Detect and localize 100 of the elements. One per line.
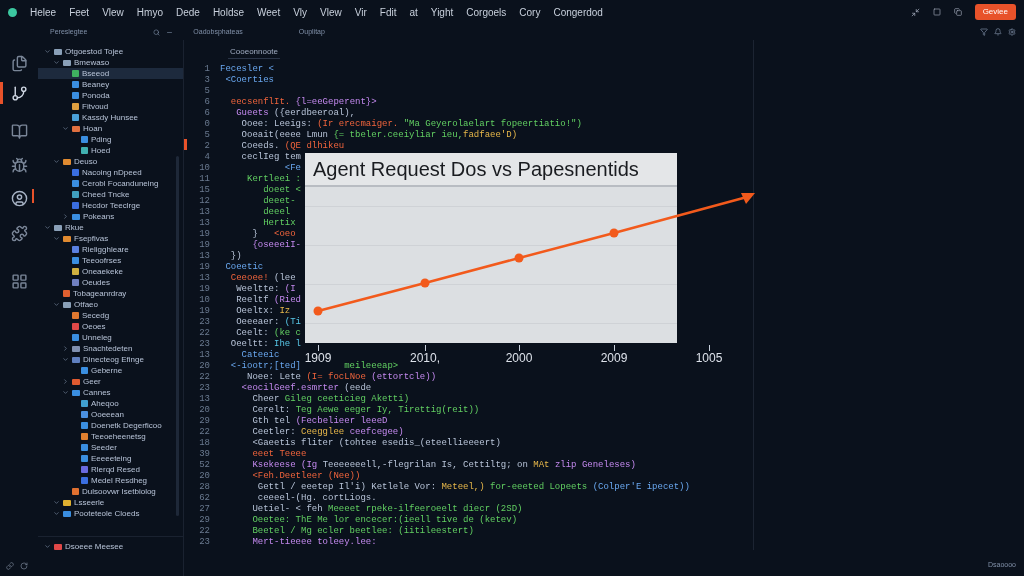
tree-item[interactable]: Kassdy Hunsee bbox=[38, 112, 183, 123]
tree-item[interactable]: Otfaeo bbox=[38, 299, 183, 310]
code-line: doeet < bbox=[262, 185, 301, 196]
tree-item[interactable]: Seeder bbox=[38, 442, 183, 453]
filter-icon[interactable] bbox=[980, 28, 988, 36]
menu-item[interactable]: Helee bbox=[30, 4, 57, 20]
chevron-right-icon[interactable] bbox=[62, 378, 69, 385]
tree-item[interactable]: Geer bbox=[38, 376, 183, 387]
menu-item[interactable]: Hmyo bbox=[136, 4, 163, 20]
tree-item[interactable]: Nacoing nDpeed bbox=[38, 167, 183, 178]
tree-item[interactable]: Oeoes bbox=[38, 321, 183, 332]
tree-item[interactable]: Eeeeeteing bbox=[38, 453, 183, 464]
book-icon[interactable] bbox=[10, 122, 28, 140]
code-line: ceclIeg tem bbox=[240, 152, 301, 163]
code-line: Reeltf (Ried bbox=[235, 295, 302, 306]
tree-item[interactable]: Unneleg bbox=[38, 332, 183, 343]
line-number: 6 bbox=[204, 95, 210, 109]
tree-item[interactable]: Beaney bbox=[38, 79, 183, 90]
line-number: 10 bbox=[199, 161, 210, 175]
tree-item[interactable]: Pokeans bbox=[38, 211, 183, 222]
code-line: <Gaeetis fliter (tohtee esedis_(eteellieeeert) bbox=[251, 438, 501, 449]
menu-item[interactable]: Dede bbox=[175, 4, 200, 20]
line-number: 6 bbox=[204, 106, 210, 120]
tree-item[interactable]: Pooteteole Cloeds bbox=[38, 508, 183, 519]
line-number: 11 bbox=[199, 172, 210, 186]
tree-item[interactable]: Rlerqd Resed bbox=[38, 464, 183, 475]
menu-item[interactable]: Holdse bbox=[212, 4, 244, 20]
tree-item[interactable]: Bmewaso bbox=[38, 57, 183, 68]
branch-icon[interactable] bbox=[10, 84, 28, 102]
tree-item[interactable]: Dinecteog Efinge bbox=[38, 354, 183, 365]
chevron-down-icon[interactable] bbox=[53, 301, 60, 308]
bell-icon[interactable] bbox=[994, 28, 1002, 36]
tree-item[interactable]: Cheed Tncke bbox=[38, 189, 183, 200]
chevron-down-icon[interactable] bbox=[62, 125, 69, 132]
tree-item[interactable]: Hoan bbox=[38, 123, 183, 134]
chevron-down-icon[interactable] bbox=[62, 389, 69, 396]
copy-icon[interactable] bbox=[953, 8, 962, 16]
chevron-right-icon[interactable] bbox=[62, 213, 69, 220]
tree-item[interactable]: Hoed bbox=[38, 145, 183, 156]
maximize-icon[interactable] bbox=[932, 8, 941, 16]
tree-item[interactable]: Geberne bbox=[38, 365, 183, 376]
chevron-down-icon[interactable] bbox=[44, 543, 51, 550]
tree-item[interactable]: Medel Resdheg bbox=[38, 475, 183, 486]
menu-item[interactable]: Cory bbox=[519, 4, 541, 20]
breakpoint-marker[interactable] bbox=[184, 138, 187, 150]
tree-item[interactable]: Otgoestod Tojee bbox=[38, 46, 183, 57]
chevron-down-icon[interactable] bbox=[62, 356, 69, 363]
tree-item[interactable]: Rieligghleare bbox=[38, 244, 183, 255]
menu-item[interactable]: Corgoels bbox=[466, 4, 507, 20]
menu-item[interactable]: Weet bbox=[257, 4, 281, 20]
menu-item[interactable]: Vlew bbox=[102, 4, 124, 20]
tree-item[interactable]: Bseeod bbox=[38, 68, 183, 79]
tree-item[interactable]: Teeoeheenetsg bbox=[38, 431, 183, 442]
tree-item[interactable]: Lsseerle bbox=[38, 497, 183, 508]
tree-item[interactable]: Deuso bbox=[38, 156, 183, 167]
code-line: Hertix bbox=[262, 218, 296, 229]
link-icon[interactable] bbox=[6, 562, 14, 570]
menu-item[interactable]: Congerdod bbox=[553, 4, 603, 20]
tree-item[interactable]: Cerobl Focanduneing bbox=[38, 178, 183, 189]
chevron-right-icon[interactable] bbox=[62, 345, 69, 352]
tree-item[interactable]: Teeoofrses bbox=[38, 255, 183, 266]
line-number: 29 bbox=[199, 414, 210, 428]
tree-item[interactable]: Ooeeean bbox=[38, 409, 183, 420]
editor-tab[interactable]: Cooeonnoote bbox=[228, 45, 281, 59]
tree-item[interactable]: Secedg bbox=[38, 310, 183, 321]
code-line: deeel bbox=[262, 207, 291, 218]
tree-item[interactable]: Aheqoo bbox=[38, 398, 183, 409]
tree-item[interactable]: Tobageanrdray bbox=[38, 288, 183, 299]
puzzle-icon[interactable] bbox=[10, 224, 28, 242]
tree-item[interactable]: Oneaekeke bbox=[38, 266, 183, 277]
menu-item[interactable]: Vly bbox=[293, 4, 308, 20]
tree-item[interactable]: Dulsoovwr Isetbiolog bbox=[38, 486, 183, 497]
refresh-icon[interactable] bbox=[20, 562, 28, 570]
tree-item[interactable]: Snachtedeten bbox=[38, 343, 183, 354]
menu-item[interactable]: Yight bbox=[430, 4, 454, 20]
tree-item[interactable]: Hecdor Teeclrge bbox=[38, 200, 183, 211]
tree-item[interactable]: Dsoeee Meesee bbox=[38, 541, 183, 552]
restore-icon[interactable] bbox=[910, 7, 920, 17]
menu-item[interactable]: Fdit bbox=[379, 4, 397, 20]
settings-icon[interactable] bbox=[1008, 28, 1016, 36]
tree-item[interactable]: Pding bbox=[38, 134, 183, 145]
bug-icon[interactable] bbox=[10, 156, 28, 174]
tree-item[interactable]: Oeudes bbox=[38, 277, 183, 288]
tree-item[interactable]: Ponoda bbox=[38, 90, 183, 101]
tree-item[interactable]: Fsepfivas bbox=[38, 233, 183, 244]
action-button[interactable]: Geviee bbox=[974, 4, 1016, 20]
files-icon[interactable] bbox=[10, 54, 28, 72]
tree-item[interactable]: Cannes bbox=[38, 387, 183, 398]
tree-item[interactable]: Doenetk Degerficoo bbox=[38, 420, 183, 431]
search-icon[interactable] bbox=[153, 28, 161, 36]
grid-icon[interactable] bbox=[10, 272, 28, 290]
menu-item[interactable]: at bbox=[409, 4, 418, 20]
menu-item[interactable]: Vir bbox=[354, 4, 367, 20]
menu-item[interactable]: Feet bbox=[69, 4, 90, 20]
tree-item[interactable]: Fitvoud bbox=[38, 101, 183, 112]
account-icon[interactable] bbox=[10, 189, 28, 207]
line-number: 19 bbox=[199, 282, 210, 296]
menu-item[interactable]: Vlew bbox=[320, 4, 342, 20]
tree-item[interactable]: Rkue bbox=[38, 222, 183, 233]
chevron-down-icon[interactable] bbox=[53, 158, 60, 165]
